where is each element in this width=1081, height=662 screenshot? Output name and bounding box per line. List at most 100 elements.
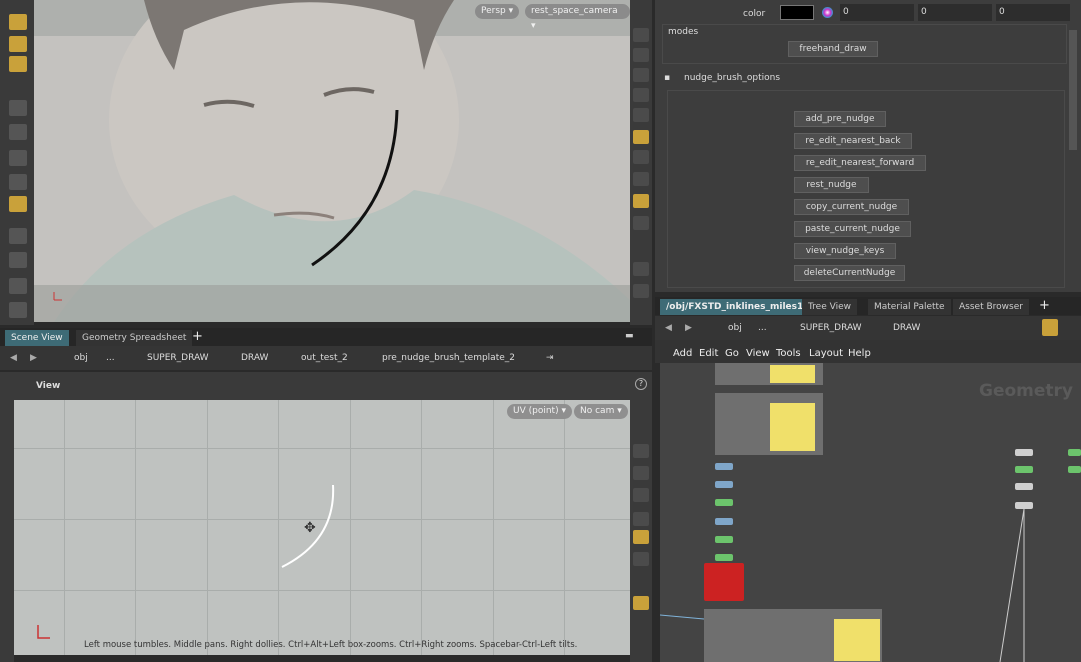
brush-icon[interactable] — [9, 278, 27, 294]
crumb-out-test[interactable]: out_test_2 — [301, 350, 348, 366]
tab-scene-view[interactable]: Scene View — [5, 330, 69, 346]
checker-icon[interactable] — [633, 596, 649, 610]
scale-tool-icon[interactable] — [9, 174, 27, 190]
forward-arrow-icon[interactable]: ▶ — [685, 320, 692, 336]
menu-tools[interactable]: Tools — [776, 348, 801, 359]
copy-current-nudge-button[interactable]: copy_current_nudge — [794, 199, 909, 215]
pen-icon[interactable] — [633, 284, 649, 298]
pin-icon[interactable] — [633, 150, 649, 164]
menu-help[interactable]: Help — [848, 348, 871, 359]
menu-go[interactable]: Go — [725, 348, 739, 359]
menu-edit[interactable]: Edit — [699, 348, 718, 359]
color-b-field[interactable]: 0 — [996, 4, 1070, 21]
select-mode-icon[interactable] — [9, 14, 27, 30]
snap-icon[interactable] — [633, 216, 649, 230]
re-edit-nearest-back-button[interactable]: re_edit_nearest_back — [794, 133, 912, 149]
color-b-value: 0 — [999, 7, 1005, 17]
tab-tree-view[interactable]: Tree View — [802, 299, 857, 315]
uv-menu[interactable]: UV (point) ▾ — [507, 404, 572, 419]
rotate-tool-icon[interactable] — [9, 150, 27, 166]
uv-viewport[interactable]: ✥ UV (point) ▾ No cam ▾ Left mouse tumbl… — [14, 400, 630, 655]
menu-add[interactable]: Add — [673, 348, 692, 359]
rest-nudge-button[interactable]: rest_nudge — [794, 177, 869, 193]
checker-icon[interactable] — [633, 194, 649, 208]
view-tool-icon[interactable] — [9, 228, 27, 244]
light-icon[interactable] — [633, 530, 649, 544]
crumb-draw[interactable]: DRAW — [241, 350, 268, 366]
re-edit-nearest-forward-button[interactable]: re_edit_nearest_forward — [794, 155, 926, 171]
left-tabbar: Scene View Geometry Spreadsheet + ▬ — [0, 328, 652, 346]
character-render — [34, 0, 630, 322]
lock-icon[interactable] — [633, 48, 649, 62]
help-icon[interactable]: ? — [635, 378, 647, 390]
lock-icon[interactable] — [633, 466, 649, 480]
paste-current-nudge-button[interactable]: paste_current_nudge — [794, 221, 911, 237]
pin-icon[interactable]: ⇥ — [546, 350, 554, 366]
add-tab-icon[interactable]: + — [192, 329, 203, 344]
color-g-field[interactable]: 0 — [918, 4, 992, 21]
camera-label: rest_space_camera — [531, 6, 618, 16]
pane-menu-icon[interactable]: ▬ — [625, 331, 634, 341]
crumb-ellipsis[interactable]: ... — [758, 320, 767, 336]
brush-icon[interactable] — [633, 262, 649, 276]
crumb-template[interactable]: pre_nudge_brush_template_2 — [382, 350, 515, 366]
crumb-obj[interactable]: obj — [74, 350, 88, 366]
status-text: Left mouse tumbles. Middle pans. Right d… — [84, 640, 578, 650]
shading-icon[interactable] — [633, 172, 649, 186]
menu-view[interactable]: View — [746, 348, 770, 359]
crumb-obj[interactable]: obj — [728, 320, 742, 336]
tab-geometry-spreadsheet[interactable]: Geometry Spreadsheet — [76, 330, 193, 346]
collapse-icon[interactable]: ▪ — [664, 73, 670, 83]
light-icon[interactable] — [633, 130, 649, 144]
viewport-left-edge — [0, 400, 14, 662]
color-r-value: 0 — [843, 7, 849, 17]
menu-layout[interactable]: Layout — [809, 348, 843, 359]
color-r-field[interactable]: 0 — [840, 4, 914, 21]
view-nudge-keys-button[interactable]: view_nudge_keys — [794, 243, 896, 259]
sphere-icon[interactable] — [633, 512, 649, 526]
pin-icon[interactable] — [1042, 319, 1058, 336]
sphere-icon[interactable] — [633, 108, 649, 122]
left-pathbar: ◀ ▶ obj ... SUPER_DRAW DRAW out_test_2 p… — [0, 346, 652, 370]
tab-material-palette[interactable]: Material Palette — [868, 299, 951, 315]
select-tool-icon[interactable] — [9, 100, 27, 116]
point-mode-icon[interactable] — [9, 36, 27, 52]
back-arrow-icon[interactable]: ◀ — [665, 320, 672, 336]
back-arrow-icon[interactable]: ◀ — [10, 350, 17, 366]
crumb-draw[interactable]: DRAW — [893, 320, 920, 336]
prim-mode-icon[interactable] — [9, 56, 27, 72]
handle-tool-icon[interactable] — [9, 196, 27, 212]
render-icon[interactable] — [9, 302, 27, 318]
magnet-icon[interactable] — [9, 252, 27, 268]
modes-label: modes — [668, 27, 699, 37]
eye-icon[interactable] — [633, 444, 649, 458]
camera-menu[interactable]: rest_space_camera ▾ — [525, 4, 630, 31]
projection-menu[interactable]: Persp ▾ — [475, 4, 520, 19]
forward-arrow-icon[interactable]: ▶ — [30, 350, 37, 366]
lock-icon[interactable] — [633, 68, 649, 82]
color-swatch[interactable] — [780, 5, 814, 20]
display-toolbar — [630, 0, 652, 325]
parameter-panel: color 0 0 0 modes freehand_draw ▪ nudge_… — [655, 0, 1081, 292]
crumb-super-draw[interactable]: SUPER_DRAW — [147, 350, 209, 366]
move-tool-icon[interactable] — [9, 124, 27, 140]
crumb-ellipsis[interactable]: ... — [106, 350, 115, 366]
scrollbar[interactable] — [1069, 30, 1077, 150]
cursor-icon: ✥ — [304, 520, 316, 536]
tab-network[interactable]: /obj/FXSTD_inklines_miles1/... — [660, 299, 823, 315]
freehand-draw-button[interactable]: freehand_draw — [788, 41, 878, 57]
light-icon[interactable] — [633, 88, 649, 102]
eye-icon[interactable] — [633, 28, 649, 42]
delete-current-nudge-button[interactable]: deleteCurrentNudge — [794, 265, 905, 281]
top-viewport[interactable]: Persp ▾ rest_space_camera ▾ — [34, 0, 630, 322]
cam-menu[interactable]: No cam ▾ — [574, 404, 628, 419]
add-pre-nudge-button[interactable]: add_pre_nudge — [794, 111, 886, 127]
network-editor[interactable]: Geometry — [660, 363, 1081, 662]
pin-icon[interactable] — [633, 552, 649, 566]
section-label: nudge_brush_options — [684, 73, 781, 83]
add-tab-icon[interactable]: + — [1039, 298, 1050, 313]
color-wheel-icon[interactable] — [822, 7, 833, 18]
light-icon[interactable] — [633, 488, 649, 502]
crumb-super-draw[interactable]: SUPER_DRAW — [800, 320, 862, 336]
tab-asset-browser[interactable]: Asset Browser — [953, 299, 1029, 315]
